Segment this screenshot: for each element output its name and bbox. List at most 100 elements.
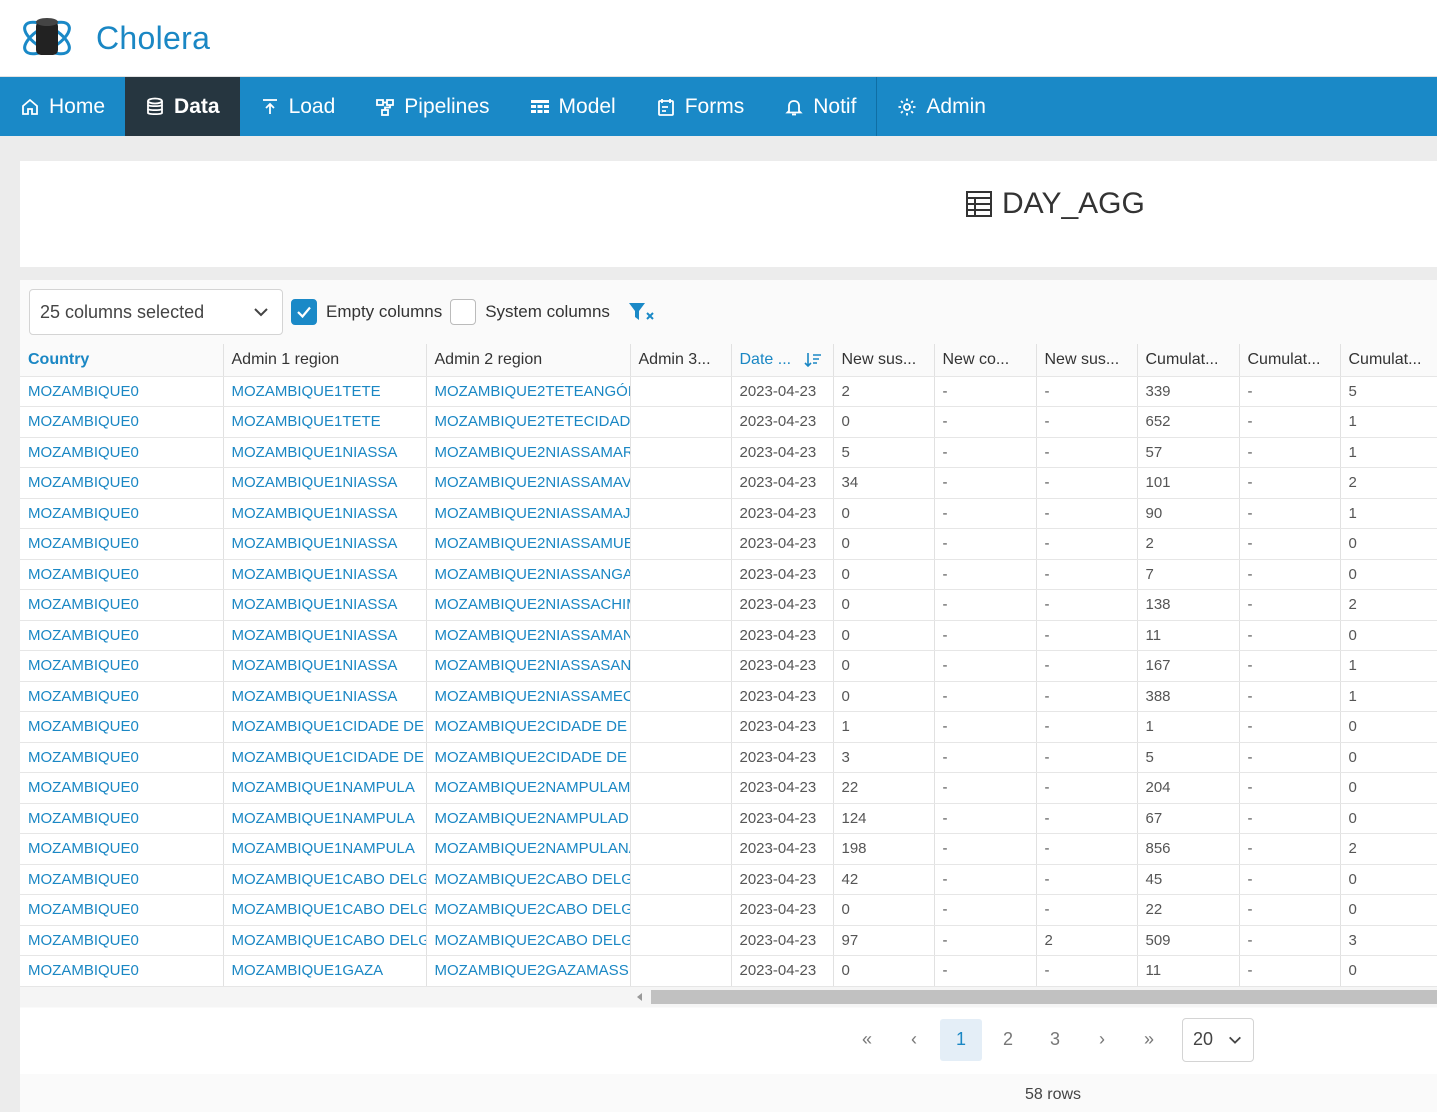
system-columns-checkbox[interactable] bbox=[450, 299, 477, 325]
cell-admin1[interactable]: MOZAMBIQUE1NIASSA bbox=[223, 528, 427, 560]
cell-admin1[interactable]: MOZAMBIQUE1CABO DELGADO bbox=[223, 864, 427, 895]
table-row[interactable]: MOZAMBIQUE0 MOZAMBIQUE1GAZA MOZAMBIQUE2GAZ… bbox=[20, 955, 1437, 987]
nav-model[interactable]: Model bbox=[510, 77, 636, 136]
scrollbar-thumb[interactable] bbox=[651, 989, 1437, 1004]
app-logo-icon[interactable] bbox=[20, 11, 74, 65]
col-header-cumulat-1[interactable]: Cumulat... bbox=[1137, 344, 1240, 377]
cell-country[interactable]: MOZAMBIQUE0 bbox=[20, 711, 224, 743]
col-header-admin1[interactable]: Admin 1 region bbox=[223, 344, 427, 377]
col-header-admin2[interactable]: Admin 2 region bbox=[426, 344, 631, 377]
table-row[interactable]: MOZAMBIQUE0 MOZAMBIQUE1NIASSA MOZAMBIQUE2N… bbox=[20, 437, 1437, 468]
cell-admin2[interactable]: MOZAMBIQUE2NAMPULADISTRICT bbox=[426, 803, 631, 834]
cell-country[interactable]: MOZAMBIQUE0 bbox=[20, 803, 224, 834]
table-row[interactable]: MOZAMBIQUE0 MOZAMBIQUE1NAMPULA MOZAMBIQUE2… bbox=[20, 833, 1437, 865]
table-row[interactable]: MOZAMBIQUE0MOZAMBIQUE1CIDADE DE MAPUTOMO… bbox=[20, 711, 1437, 743]
page-button-1[interactable]: 1 bbox=[940, 1018, 982, 1061]
cell-admin1[interactable]: MOZAMBIQUE1TETE bbox=[223, 406, 427, 438]
clear-filters-button[interactable] bbox=[628, 301, 656, 323]
cell-country[interactable]: MOZAMBIQUE0 bbox=[20, 559, 224, 590]
cell-admin1[interactable]: MOZAMBIQUE1NIASSA bbox=[223, 498, 427, 529]
empty-columns-toggle[interactable]: Empty columns bbox=[291, 299, 442, 325]
cell-country[interactable]: MOZAMBIQUE0 bbox=[20, 528, 224, 560]
cell-admin2[interactable]: MOZAMBIQUE2NIASSAMARRUPA bbox=[426, 437, 631, 468]
cell-admin2[interactable]: MOZAMBIQUE2CIDADE DE MAPUTO bbox=[426, 742, 631, 773]
table-row[interactable]: MOZAMBIQUE0MOZAMBIQUE1CABO DELGADOMOZAMB… bbox=[20, 925, 1437, 956]
cell-country[interactable]: MOZAMBIQUE0 bbox=[20, 620, 224, 651]
cell-admin2[interactable]: MOZAMBIQUE2NAMPULAMEMBA bbox=[426, 772, 631, 804]
nav-pipelines[interactable]: Pipelines bbox=[355, 77, 509, 136]
prev-page-button[interactable]: ‹ bbox=[893, 1019, 935, 1061]
cell-admin2[interactable]: MOZAMBIQUE2NIASSAMAJUNE bbox=[426, 498, 631, 529]
cell-admin1[interactable]: MOZAMBIQUE1CABO DELGADO bbox=[223, 894, 427, 926]
cell-admin2[interactable]: MOZAMBIQUE2NAMPULANACALA bbox=[426, 833, 631, 865]
col-header-new-co[interactable]: New co... bbox=[934, 344, 1037, 377]
cell-admin1[interactable]: MOZAMBIQUE1TETE bbox=[223, 376, 427, 407]
cell-admin1[interactable]: MOZAMBIQUE1NIASSA bbox=[223, 650, 427, 682]
nav-home[interactable]: Home bbox=[0, 77, 125, 136]
cell-admin2[interactable]: MOZAMBIQUE2NIASSASANGA bbox=[426, 650, 631, 682]
cell-country[interactable]: MOZAMBIQUE0 bbox=[20, 498, 224, 529]
cell-admin1[interactable]: MOZAMBIQUE1NIASSA bbox=[223, 467, 427, 499]
table-row[interactable]: MOZAMBIQUE0MOZAMBIQUE1CIDADE DE MAPUTOMO… bbox=[20, 742, 1437, 773]
table-row[interactable]: MOZAMBIQUE0 MOZAMBIQUE1NIASSA MOZAMBIQUE2N… bbox=[20, 467, 1437, 499]
nav-forms[interactable]: Forms bbox=[636, 77, 765, 136]
cell-country[interactable]: MOZAMBIQUE0 bbox=[20, 955, 224, 987]
table-row[interactable]: MOZAMBIQUE0 MOZAMBIQUE1NIASSA MOZAMBIQUE2N… bbox=[20, 681, 1437, 712]
page-button-2[interactable]: 2 bbox=[987, 1019, 1029, 1061]
cell-admin1[interactable]: MOZAMBIQUE1CIDADE DE MAPUTO bbox=[223, 711, 427, 743]
col-header-new-sus-1[interactable]: New sus... bbox=[833, 344, 935, 377]
cell-admin2[interactable]: MOZAMBIQUE2GAZAMASSINGIR bbox=[426, 955, 631, 987]
table-row[interactable]: MOZAMBIQUE0 MOZAMBIQUE1TETE MOZAMBIQUE2TET… bbox=[20, 406, 1437, 438]
cell-admin1[interactable]: MOZAMBIQUE1CIDADE DE MAPUTO bbox=[223, 742, 427, 773]
cell-admin1[interactable]: MOZAMBIQUE1GAZA bbox=[223, 955, 427, 987]
page-size-select[interactable]: 20 bbox=[1182, 1017, 1254, 1062]
col-header-cumulat-2[interactable]: Cumulat... bbox=[1239, 344, 1341, 377]
nav-notif[interactable]: Notif bbox=[764, 77, 876, 136]
table-row[interactable]: MOZAMBIQUE0 MOZAMBIQUE1TETE MOZAMBIQUE2TET… bbox=[20, 376, 1437, 407]
col-header-admin3[interactable]: Admin 3... bbox=[630, 344, 732, 377]
cell-country[interactable]: MOZAMBIQUE0 bbox=[20, 925, 224, 956]
cell-admin2[interactable]: MOZAMBIQUE2TETEANGÓNIA bbox=[426, 376, 631, 407]
table-row[interactable]: MOZAMBIQUE0MOZAMBIQUE1CABO DELGADOMOZAMB… bbox=[20, 864, 1437, 895]
cell-country[interactable]: MOZAMBIQUE0 bbox=[20, 833, 224, 865]
cell-admin1[interactable]: MOZAMBIQUE1NIASSA bbox=[223, 589, 427, 621]
cell-admin1[interactable]: MOZAMBIQUE1NIASSA bbox=[223, 559, 427, 590]
first-page-button[interactable]: « bbox=[846, 1019, 888, 1061]
next-page-button[interactable]: › bbox=[1081, 1019, 1123, 1061]
col-header-new-sus-2[interactable]: New sus... bbox=[1036, 344, 1138, 377]
cell-country[interactable]: MOZAMBIQUE0 bbox=[20, 406, 224, 438]
cell-admin1[interactable]: MOZAMBIQUE1NIASSA bbox=[223, 681, 427, 712]
cell-admin1[interactable]: MOZAMBIQUE1NIASSA bbox=[223, 437, 427, 468]
last-page-button[interactable]: » bbox=[1128, 1019, 1170, 1061]
cell-country[interactable]: MOZAMBIQUE0 bbox=[20, 376, 224, 407]
col-header-date[interactable]: Date ... bbox=[731, 344, 834, 377]
cell-admin1[interactable]: MOZAMBIQUE1NAMPULA bbox=[223, 772, 427, 804]
table-row[interactable]: MOZAMBIQUE0 MOZAMBIQUE1NIASSA MOZAMBIQUE2N… bbox=[20, 620, 1437, 651]
cell-admin2[interactable]: MOZAMBIQUE2CABO DELGADO bbox=[426, 925, 631, 956]
cell-admin1[interactable]: MOZAMBIQUE1CABO DELGADO bbox=[223, 925, 427, 956]
empty-columns-checkbox[interactable] bbox=[291, 299, 317, 325]
cell-country[interactable]: MOZAMBIQUE0 bbox=[20, 589, 224, 621]
table-row[interactable]: MOZAMBIQUE0 MOZAMBIQUE1NAMPULA MOZAMBIQUE2… bbox=[20, 803, 1437, 834]
cell-country[interactable]: MOZAMBIQUE0 bbox=[20, 467, 224, 499]
cell-admin2[interactable]: MOZAMBIQUE2CABO DELGADO bbox=[426, 894, 631, 926]
nav-admin[interactable]: Admin bbox=[877, 77, 1006, 136]
table-row[interactable]: MOZAMBIQUE0 MOZAMBIQUE1NAMPULA MOZAMBIQUE2… bbox=[20, 772, 1437, 804]
app-title[interactable]: Cholera bbox=[96, 20, 210, 57]
cell-admin2[interactable]: MOZAMBIQUE2NIASSAMECANHELAS bbox=[426, 681, 631, 712]
cell-admin2[interactable]: MOZAMBIQUE2TETECIDADE bbox=[426, 406, 631, 438]
cell-admin1[interactable]: MOZAMBIQUE1NAMPULA bbox=[223, 833, 427, 865]
cell-country[interactable]: MOZAMBIQUE0 bbox=[20, 437, 224, 468]
cell-admin1[interactable]: MOZAMBIQUE1NAMPULA bbox=[223, 803, 427, 834]
table-row[interactable]: MOZAMBIQUE0MOZAMBIQUE1CABO DELGADOMOZAMB… bbox=[20, 894, 1437, 926]
cell-country[interactable]: MOZAMBIQUE0 bbox=[20, 864, 224, 895]
col-header-cumulat-3[interactable]: Cumulat... bbox=[1340, 344, 1437, 377]
cell-admin2[interactable]: MOZAMBIQUE2NIASSAMANDIMBA bbox=[426, 620, 631, 651]
col-header-country[interactable]: Country bbox=[20, 344, 224, 377]
cell-country[interactable]: MOZAMBIQUE0 bbox=[20, 772, 224, 804]
table-row[interactable]: MOZAMBIQUE0 MOZAMBIQUE1NIASSA MOZAMBIQUE2N… bbox=[20, 650, 1437, 682]
horizontal-scrollbar[interactable] bbox=[20, 986, 1437, 1007]
cell-country[interactable]: MOZAMBIQUE0 bbox=[20, 742, 224, 773]
sort-descending-icon[interactable] bbox=[803, 352, 822, 368]
page-button-3[interactable]: 3 bbox=[1034, 1019, 1076, 1061]
